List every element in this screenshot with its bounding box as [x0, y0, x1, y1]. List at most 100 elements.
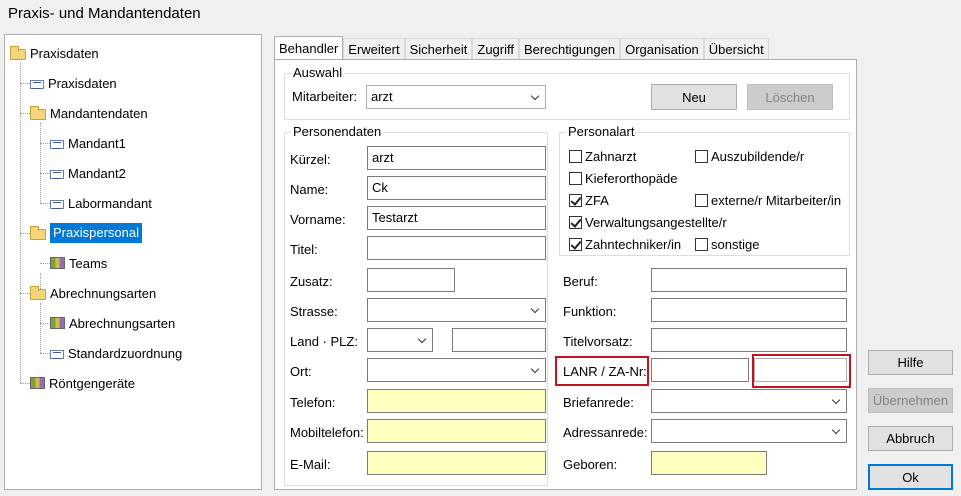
checkbox-box[interactable] — [695, 194, 708, 207]
briefanrede-label: Briefanrede: — [563, 395, 634, 410]
tree-item-label: Teams — [69, 255, 108, 271]
checkbox-auszubildende[interactable]: Auszubildende/r — [695, 149, 804, 164]
checkbox-box[interactable] — [695, 238, 708, 251]
checkbox-box[interactable] — [569, 172, 582, 185]
tree-item-praxispersonal[interactable]: Praxispersonal — [30, 223, 142, 243]
personendaten-legend: Personendaten — [291, 124, 384, 139]
checkbox-box-checked[interactable] — [569, 216, 582, 229]
auswahl-legend: Auswahl — [291, 65, 345, 80]
books-icon — [50, 317, 65, 329]
checkbox-zahntechniker[interactable]: Zahntechniker/in — [569, 237, 681, 252]
tree-item-mandant2[interactable]: Mandant2 — [50, 163, 126, 183]
tree-item-abrechnungsarten[interactable]: Abrechnungsarten — [50, 313, 175, 333]
tree-item-label: Praxisdaten — [48, 75, 117, 91]
list-icon — [30, 79, 44, 89]
adressanrede-select[interactable] — [651, 419, 847, 443]
checkbox-box[interactable] — [569, 150, 582, 163]
mobiltelefon-field[interactable] — [367, 419, 546, 443]
telefon-field[interactable] — [367, 389, 546, 413]
checkbox-label: Auszubildende/r — [711, 149, 805, 164]
uebernehmen-button[interactable]: Übernehmen — [868, 388, 953, 413]
tab-erweitert[interactable]: Erweitert — [343, 38, 405, 59]
abbruch-button[interactable]: Abbruch — [868, 426, 953, 451]
zanr-field[interactable] — [754, 358, 847, 382]
tree-item-label: Labormandant — [68, 195, 152, 211]
tree-item-label: Röntgengeräte — [49, 375, 136, 391]
titelvorsatz-field[interactable] — [651, 328, 847, 352]
mobiltelefon-label: Mobiltelefon: — [290, 425, 364, 440]
tab-strip: Behandler Erweitert Sicherheit Zugriff B… — [274, 36, 769, 59]
checkbox-externe-mitarbeiter[interactable]: externe/r Mitarbeiter/in — [695, 193, 841, 208]
funktion-field[interactable] — [651, 298, 847, 322]
tree-item-standardzuordnung[interactable]: Standardzuordnung — [50, 343, 182, 363]
zusatz-label: Zusatz: — [290, 274, 333, 289]
tree-item-label: Mandant1 — [68, 135, 126, 151]
briefanrede-select[interactable] — [651, 389, 847, 413]
checkbox-label: ZFA — [585, 193, 609, 208]
tree-item-abrechnungsarten-folder[interactable]: Abrechnungsarten — [30, 283, 156, 303]
tree-item-label: Mandantendaten — [50, 105, 148, 121]
land-plz-label: Land · PLZ: — [290, 334, 358, 349]
ort-select[interactable] — [367, 358, 546, 382]
mitarbeiter-label: Mitarbeiter: — [292, 89, 358, 104]
checkbox-box-checked[interactable] — [569, 238, 582, 251]
checkbox-sonstige[interactable]: sonstige — [695, 237, 759, 252]
tab-panel-behandler: Auswahl Mitarbeiter: arzt Neu Löschen Pe… — [274, 59, 857, 490]
tree-item-praxisdaten[interactable]: Praxisdaten — [30, 73, 117, 93]
tab-behandler[interactable]: Behandler — [274, 36, 344, 59]
list-icon — [50, 349, 64, 359]
tree-item-mandantendaten[interactable]: Mandantendaten — [30, 103, 148, 123]
zusatz-field[interactable] — [367, 268, 455, 292]
ort-label: Ort: — [290, 364, 312, 379]
tree-item-label: Abrechnungsarten — [69, 315, 176, 331]
titel-label: Titel: — [290, 242, 318, 257]
vorname-field[interactable]: Testarzt — [367, 206, 546, 230]
vorname-label: Vorname: — [290, 212, 346, 227]
lanr-label: LANR / ZA-Nr: — [563, 364, 647, 379]
land-select[interactable] — [367, 328, 433, 352]
email-field[interactable] — [367, 451, 546, 475]
checkbox-verwaltungsangestellte[interactable]: Verwaltungsangestellte/r — [569, 215, 727, 230]
geboren-field[interactable] — [651, 451, 767, 475]
beruf-field[interactable] — [651, 268, 847, 292]
titel-field[interactable] — [367, 236, 546, 260]
auswahl-group: Auswahl Mitarbeiter: arzt Neu Löschen — [284, 65, 850, 120]
tree-item-labormandant[interactable]: Labormandant — [50, 193, 152, 213]
neu-button[interactable]: Neu — [651, 84, 737, 110]
checkbox-box[interactable] — [695, 150, 708, 163]
loeschen-button[interactable]: Löschen — [747, 84, 833, 110]
tab-sicherheit[interactable]: Sicherheit — [404, 38, 473, 59]
hilfe-button[interactable]: Hilfe — [868, 350, 953, 375]
tree-item-roentgengeraete[interactable]: Röntgengeräte — [30, 373, 135, 393]
tree-item-praxisdaten-root[interactable]: Praxisdaten — [10, 43, 99, 63]
checkbox-box-checked[interactable] — [569, 194, 582, 207]
plz-field[interactable] — [452, 328, 546, 352]
name-label: Name: — [290, 182, 329, 197]
checkbox-label: Verwaltungsangestellte/r — [585, 215, 727, 230]
ok-button[interactable]: Ok — [868, 464, 953, 490]
tree-item-mandant1[interactable]: Mandant1 — [50, 133, 126, 153]
books-icon — [30, 377, 45, 389]
navigation-tree: Praxisdaten Praxisdaten Mandantendaten M… — [4, 34, 262, 490]
folder-open-icon — [30, 225, 46, 240]
tab-uebersicht[interactable]: Übersicht — [703, 38, 769, 59]
tab-zugriff[interactable]: Zugriff — [472, 38, 519, 59]
tree-item-label: Abrechnungsarten — [50, 285, 157, 301]
checkbox-kieferorthopaede[interactable]: Kieferorthopäde — [569, 171, 678, 186]
checkbox-label: Zahnarzt — [585, 149, 637, 164]
kuerzel-field[interactable]: arzt — [367, 146, 546, 170]
strasse-label: Strasse: — [290, 304, 338, 319]
tab-berechtigungen[interactable]: Berechtigungen — [519, 38, 621, 59]
geboren-label: Geboren: — [563, 457, 618, 472]
titelvorsatz-label: Titelvorsatz: — [563, 334, 633, 349]
checkbox-zfa[interactable]: ZFA — [569, 193, 609, 208]
lanr-field[interactable] — [651, 358, 749, 382]
checkbox-zahnarzt[interactable]: Zahnarzt — [569, 149, 636, 164]
strasse-select[interactable] — [367, 298, 546, 322]
mitarbeiter-select[interactable]: arzt — [366, 85, 546, 109]
name-field[interactable]: Ck — [367, 176, 546, 200]
tab-organisation[interactable]: Organisation — [620, 38, 704, 59]
books-icon — [50, 257, 65, 269]
tree-item-teams[interactable]: Teams — [50, 253, 107, 273]
tree-item-label: Praxispersonal — [50, 223, 142, 243]
